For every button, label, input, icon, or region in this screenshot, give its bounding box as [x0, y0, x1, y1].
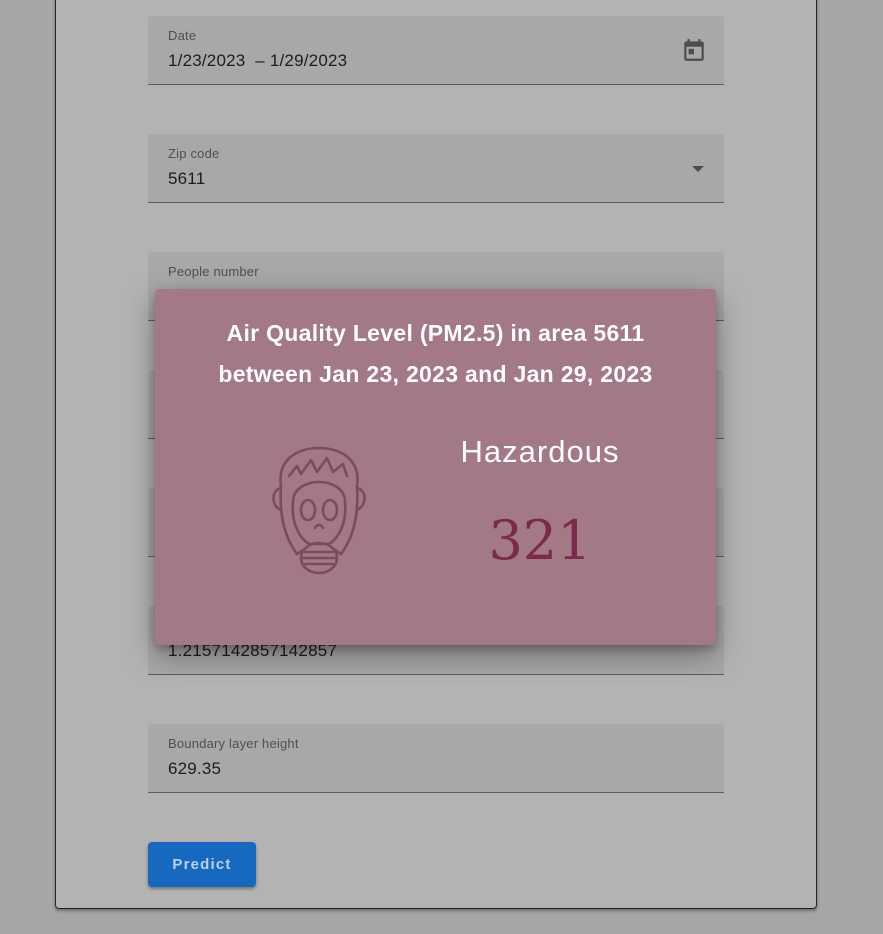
zip-code-value: 5611	[168, 169, 206, 188]
predict-button[interactable]: Predict	[148, 842, 256, 887]
air-quality-level-label: Hazardous	[460, 434, 620, 469]
dialog-title-line-1: Air Quality Level (PM2.5) in area 5611	[226, 320, 645, 346]
chevron-down-icon[interactable]	[692, 166, 704, 172]
zip-code-label: Zip code	[168, 146, 220, 161]
people-number-label: People number	[168, 264, 259, 279]
air-quality-result-dialog: Air Quality Level (PM2.5) in area 5611 b…	[155, 289, 716, 645]
date-label: Date	[168, 28, 197, 43]
gas-mask-icon	[272, 446, 366, 575]
calendar-icon[interactable]	[681, 37, 707, 63]
boundary-layer-height-label: Boundary layer height	[168, 736, 299, 751]
date-value: 1/23/2023 – 1/29/2023	[168, 51, 348, 70]
dialog-title-line-2: between Jan 23, 2023 and Jan 29, 2023	[218, 361, 653, 387]
zip-code-select[interactable]: Zip code 5611	[148, 134, 724, 203]
air-quality-index-value: 321	[488, 509, 592, 572]
boundary-layer-height-value: 629.35	[168, 759, 222, 778]
dialog-title: Air Quality Level (PM2.5) in area 5611 b…	[155, 313, 716, 395]
boundary-layer-height-field[interactable]: Boundary layer height 629.35	[148, 724, 724, 793]
date-range-field[interactable]: Date 1/23/2023 – 1/29/2023	[148, 16, 724, 85]
